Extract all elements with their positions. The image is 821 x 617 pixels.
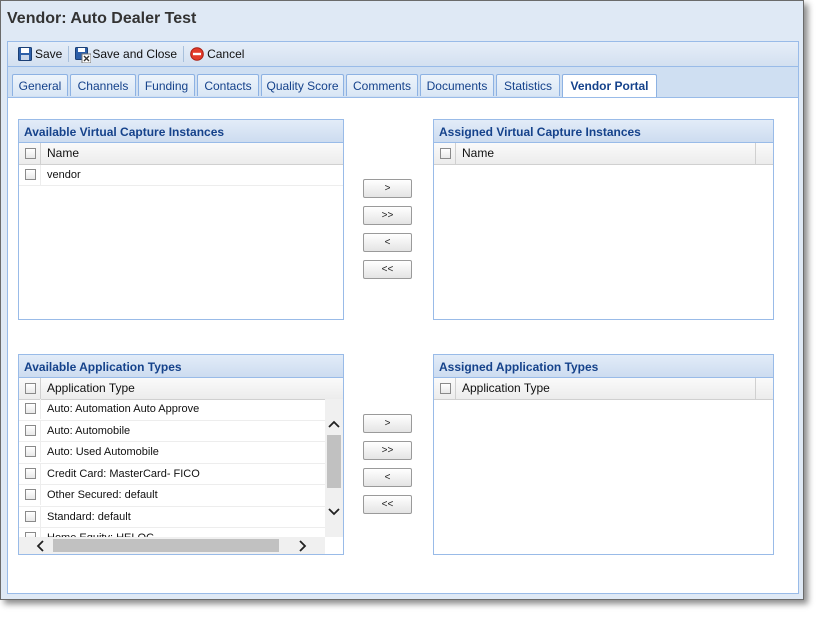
item-label: Auto: Automobile: [40, 420, 130, 441]
floppy-disk-icon: [18, 47, 32, 61]
column-header-filler: [755, 378, 773, 399]
select-all-checkbox[interactable]: [440, 148, 451, 159]
assigned-app-types-panel: Assigned Application Types Application T…: [433, 354, 774, 555]
assigned-capture-panel: Assigned Virtual Capture Instances Name: [433, 119, 774, 320]
item-label: Auto: Used Automobile: [40, 442, 159, 462]
vendor-window: Vendor: Auto Dealer Test Save Save and C…: [0, 0, 804, 600]
grid-header: Name: [19, 143, 343, 165]
column-header-name[interactable]: Name: [40, 143, 341, 164]
vendor-portal-content: Available Virtual Capture Instances Name…: [7, 97, 799, 594]
select-all-checkbox[interactable]: [25, 383, 36, 394]
panel-header: Available Virtual Capture Instances: [19, 120, 343, 143]
scroll-left-icon[interactable]: [35, 540, 45, 552]
window-title: Vendor: Auto Dealer Test: [7, 10, 197, 27]
toolbar-separator: [183, 46, 185, 62]
save-and-close-button[interactable]: Save and Close: [71, 44, 181, 64]
app-types-list: Auto: Automation Auto Approve Auto: Auto…: [19, 399, 325, 537]
scroll-down-icon[interactable]: [328, 507, 340, 517]
tab-general[interactable]: General: [12, 74, 68, 96]
item-label: Credit Card: MasterCard- FICO: [40, 463, 200, 484]
save-button[interactable]: Save: [14, 44, 66, 64]
item-label: Auto: Automation Auto Approve: [40, 399, 199, 419]
panel-header: Assigned Application Types: [434, 355, 773, 378]
list-item[interactable]: Home Equity: HELOC: [19, 528, 325, 537]
row-checkbox[interactable]: [25, 424, 36, 436]
tab-vendor-portal[interactable]: Vendor Portal: [562, 74, 657, 97]
scroll-thumb[interactable]: [53, 539, 279, 552]
panel-header: Assigned Virtual Capture Instances: [434, 120, 773, 143]
tab-quality-score[interactable]: Quality Score: [261, 74, 344, 96]
list-item[interactable]: vendor: [19, 165, 343, 186]
list-item[interactable]: Auto: Automobile: [19, 420, 325, 442]
row-checkbox[interactable]: [25, 169, 36, 180]
cancel-button[interactable]: Cancel: [186, 44, 248, 64]
panel-header: Available Application Types: [19, 355, 343, 378]
select-all-checkbox[interactable]: [25, 148, 36, 159]
tab-comments[interactable]: Comments: [346, 74, 418, 96]
move-all-left-button[interactable]: <<: [363, 260, 412, 279]
scroll-thumb[interactable]: [327, 435, 341, 488]
horizontal-scrollbar[interactable]: [19, 537, 325, 554]
scroll-up-icon[interactable]: [328, 419, 340, 429]
list-item[interactable]: Auto: Used Automobile: [19, 442, 325, 464]
move-one-right-button[interactable]: >: [363, 179, 412, 198]
available-capture-panel: Available Virtual Capture Instances Name…: [18, 119, 344, 320]
move-all-right-button[interactable]: >>: [363, 206, 412, 225]
move-one-left-button[interactable]: <: [363, 233, 412, 252]
item-label: Home Equity: HELOC: [40, 528, 154, 537]
tab-contacts[interactable]: Contacts: [197, 74, 259, 96]
list-item[interactable]: Standard: default: [19, 506, 325, 528]
item-label: Other Secured: default: [40, 485, 158, 505]
tab-documents[interactable]: Documents: [420, 74, 494, 96]
column-header-filler: [755, 143, 773, 164]
toolbar-separator: [68, 46, 70, 62]
tab-statistics[interactable]: Statistics: [496, 74, 560, 96]
row-checkbox[interactable]: [25, 467, 36, 479]
list-item[interactable]: Auto: Automation Auto Approve: [19, 399, 325, 421]
scroll-right-icon[interactable]: [298, 540, 308, 552]
grid-header: Name: [434, 143, 773, 165]
column-header-application-type[interactable]: Application Type: [40, 378, 341, 399]
save-label: Save: [35, 47, 63, 61]
move-all-left-button[interactable]: <<: [363, 495, 412, 514]
available-app-types-panel: Available Application Types Application …: [18, 354, 344, 555]
floppy-close-icon: [75, 47, 92, 64]
row-checkbox[interactable]: [25, 446, 36, 457]
vertical-scrollbar[interactable]: [325, 399, 343, 537]
row-checkbox[interactable]: [25, 403, 36, 414]
row-checkbox[interactable]: [25, 489, 36, 500]
no-entry-icon: [190, 47, 204, 61]
grid-header: Application Type: [434, 378, 773, 400]
list-item[interactable]: Other Secured: default: [19, 485, 325, 507]
item-label: vendor: [40, 165, 81, 185]
item-label: Standard: default: [40, 506, 131, 527]
tab-bar: General Channels Funding Contacts Qualit…: [7, 67, 799, 97]
move-all-right-button[interactable]: >>: [363, 441, 412, 460]
tab-channels[interactable]: Channels: [70, 74, 136, 96]
column-header-name[interactable]: Name: [455, 143, 755, 164]
row-checkbox[interactable]: [25, 510, 36, 522]
save-and-close-label: Save and Close: [92, 47, 178, 61]
move-one-left-button[interactable]: <: [363, 468, 412, 487]
column-header-application-type[interactable]: Application Type: [455, 378, 755, 399]
list-item[interactable]: Credit Card: MasterCard- FICO: [19, 463, 325, 485]
select-all-checkbox[interactable]: [440, 383, 451, 394]
move-one-right-button[interactable]: >: [363, 414, 412, 433]
toolbar: Save Save and Close Cancel: [7, 41, 799, 67]
tab-funding[interactable]: Funding: [138, 74, 195, 96]
grid-header: Application Type: [19, 378, 343, 400]
cancel-label: Cancel: [207, 47, 245, 61]
